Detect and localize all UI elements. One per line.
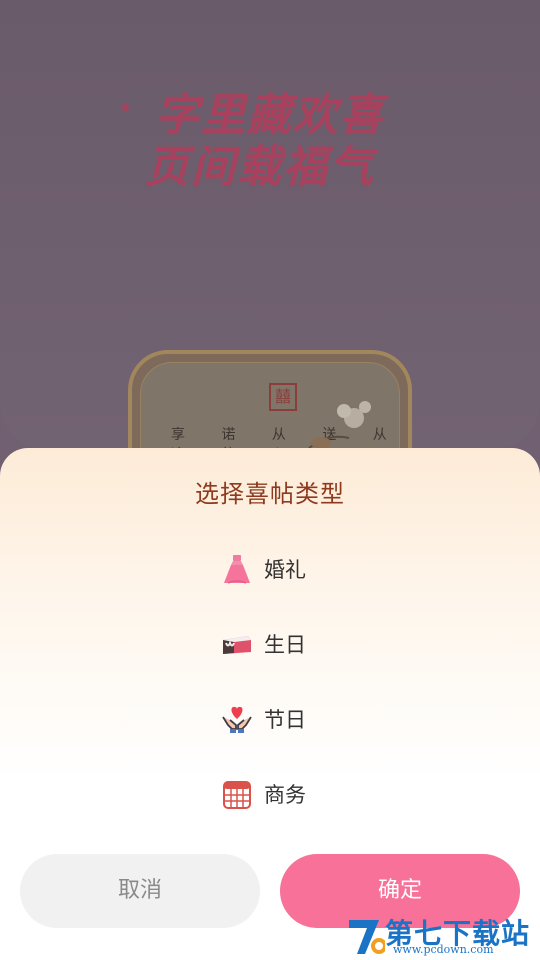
cancel-button[interactable]: 取消 [20, 854, 260, 928]
option-label: 婚礼 [264, 558, 306, 582]
option-label: 商务 [264, 783, 306, 807]
option-label: 生日 [264, 633, 306, 657]
sheet-title: 选择喜帖类型 [195, 480, 345, 508]
option-business[interactable]: 商务 [220, 774, 340, 814]
heart-hands-icon [220, 702, 254, 736]
watermark-url: www.pcdown.com [393, 943, 494, 956]
watermark-logo-icon [349, 920, 385, 954]
option-wedding[interactable]: 婚礼 [220, 549, 340, 589]
select-card-type-sheet: 选择喜帖类型 婚礼 生日 节日 商务 取消 确定 [0, 448, 540, 960]
wedding-dress-icon [220, 552, 254, 586]
background-title-line2: 页间载福气 [145, 142, 375, 193]
option-festival[interactable]: 节日 [220, 699, 340, 739]
watermark: 第七下载站 www.pcdown.com [345, 912, 540, 960]
double-happiness-seal: 囍 [269, 383, 297, 411]
background-title: 字里藏欢喜 页间载福气 [110, 90, 430, 194]
option-label: 节日 [264, 708, 306, 732]
background-title-line1: 字里藏欢喜 [155, 90, 385, 141]
screen: ✦ 字里藏欢喜 页间载福气 囍 享 诺 从 送 从 这 的 心 只 选择喜帖 [0, 0, 540, 960]
option-birthday[interactable]: 生日 [220, 624, 340, 664]
calendar-building-icon [220, 777, 254, 811]
birthday-cake-icon [220, 627, 254, 661]
